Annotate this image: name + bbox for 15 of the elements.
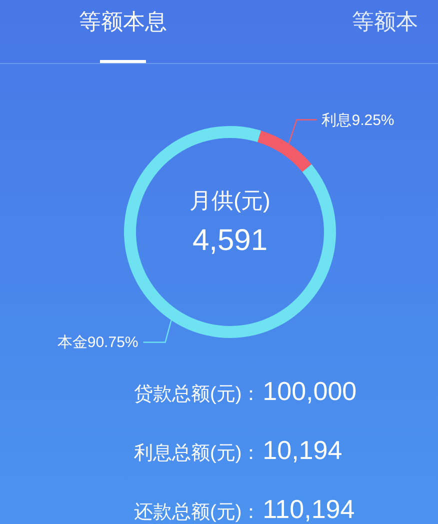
slice-label: 利息9.25% bbox=[322, 112, 394, 129]
total-label: 利息总额(元)： bbox=[134, 442, 261, 466]
total-label: 还款总额(元)： bbox=[134, 501, 261, 524]
slice-label: 本金90.75% bbox=[57, 334, 138, 352]
leader-line bbox=[288, 119, 317, 144]
leader-line bbox=[143, 320, 172, 343]
tab[interactable]: 等额本 bbox=[246, 0, 438, 63]
monthly-caption: 月供(元) bbox=[190, 188, 270, 213]
tab[interactable]: 等额本息 bbox=[0, 0, 246, 63]
total-value: 100,000 bbox=[262, 375, 357, 408]
total-label: 贷款总额(元)： bbox=[134, 383, 261, 407]
total-value: 10,194 bbox=[262, 434, 342, 467]
tab-indicator bbox=[100, 60, 146, 63]
total-value: 110,194 bbox=[262, 493, 355, 524]
monthly-amount: 4,591 bbox=[192, 224, 268, 257]
